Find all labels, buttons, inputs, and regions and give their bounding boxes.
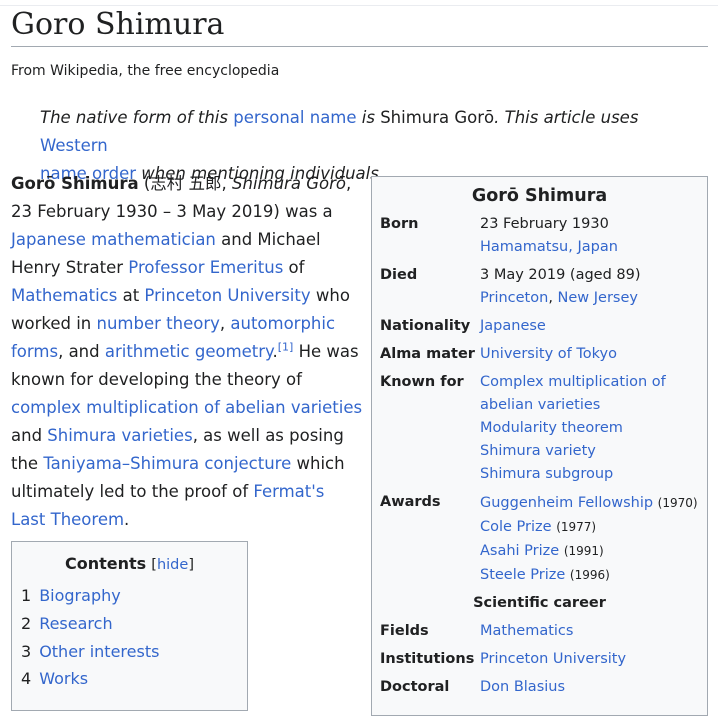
- toc-item-biography[interactable]: 1 Biography: [21, 584, 121, 608]
- taniyama-shimura-conjecture-link[interactable]: Taniyama–Shimura conjecture: [43, 454, 291, 473]
- toc-hide-toggle[interactable]: [hide]: [151, 557, 194, 573]
- professor-emeritus-link[interactable]: Professor Emeritus: [128, 258, 283, 277]
- shimura-varieties-link[interactable]: Shimura varieties: [47, 426, 192, 445]
- infobox: Gorō Shimura Born 23 February 1930 Hamam…: [371, 176, 708, 716]
- institutions-value: Princeton University: [480, 648, 705, 671]
- new-jersey-link[interactable]: New Jersey: [558, 290, 638, 306]
- award-link[interactable]: Guggenheim Fellowship: [480, 495, 653, 511]
- mathematics-field-link[interactable]: Mathematics: [480, 620, 705, 643]
- japanese-link[interactable]: Japanese: [480, 315, 705, 338]
- site-tagline: From Wikipedia, the free encyclopedia: [11, 63, 280, 79]
- lead-text: of: [283, 258, 305, 277]
- japanese-mathematician-link[interactable]: Japanese mathematician: [11, 230, 216, 249]
- lead-text: , and: [58, 342, 105, 361]
- toc-title: Contents [hide]: [12, 552, 247, 577]
- lead-text: at: [117, 286, 145, 305]
- award-year: (1977): [556, 520, 597, 534]
- award-year: (1991): [563, 544, 604, 558]
- native-name: Shimura Gorō: [380, 108, 495, 127]
- personal-name-link[interactable]: personal name: [233, 108, 356, 127]
- toc-heading: Contents: [65, 554, 147, 573]
- arithmetic-geometry-link[interactable]: arithmetic geometry: [105, 342, 273, 361]
- award-year: (1970): [657, 496, 698, 510]
- toc-number: 2: [21, 614, 32, 633]
- lead-text: and: [11, 426, 48, 445]
- number-theory-link[interactable]: number theory: [97, 314, 220, 333]
- lead-text: ,: [219, 314, 231, 333]
- hatnote-text: is: [356, 108, 381, 127]
- toc-item-research[interactable]: 2 Research: [21, 612, 113, 636]
- table-of-contents: Contents [hide] 1 Biography 2 Research 3 Ot…: [11, 541, 248, 711]
- fields-label: Fields: [380, 623, 429, 639]
- known-for-item[interactable]: Shimura subgroup: [480, 463, 705, 486]
- hatnote-text: The native form of this: [40, 108, 234, 127]
- award-link[interactable]: Asahi Prize: [480, 543, 559, 559]
- lead-paragraph: Gorō Shimura (志村 五郎, Shimura Gorō, 23 Fe…: [11, 170, 363, 534]
- subject-name: Gorō Shimura: [11, 174, 139, 193]
- toc-number: 4: [21, 669, 32, 688]
- scientific-career-header: Scientific career: [473, 595, 606, 611]
- born-label: Born: [380, 216, 419, 232]
- princeton-link[interactable]: Princeton: [480, 290, 548, 306]
- nationality-label: Nationality: [380, 318, 471, 334]
- toc-number: 3: [21, 642, 32, 661]
- hamamatsu-link[interactable]: Hamamatsu, Japan: [480, 236, 705, 259]
- toc-number: 1: [21, 586, 32, 605]
- known-for-item[interactable]: Complex multiplication of: [480, 371, 705, 394]
- known-for-item[interactable]: Shimura variety: [480, 440, 705, 463]
- alma-mater-value: University of Tokyo: [480, 343, 705, 366]
- known-for-label: Known for: [380, 374, 464, 390]
- institutions-label: Institutions: [380, 651, 475, 667]
- awards-label: Awards: [380, 494, 441, 510]
- died-label: Died: [380, 267, 418, 283]
- known-for-value: Complex multiplication of abelian variet…: [480, 371, 705, 486]
- complex-multiplication-link[interactable]: complex multiplication of abelian variet…: [11, 398, 362, 417]
- known-for-item[interactable]: abelian varieties: [480, 394, 705, 417]
- toc-link[interactable]: Research: [39, 614, 112, 633]
- died-value: 3 May 2019 (aged 89) Princeton, New Jers…: [480, 264, 705, 310]
- award-link[interactable]: Steele Prize: [480, 567, 565, 583]
- toc-item-works[interactable]: 4 Works: [21, 667, 88, 691]
- lead-text: .: [124, 510, 130, 529]
- university-of-tokyo-link[interactable]: University of Tokyo: [480, 343, 705, 366]
- alma-mater-label: Alma mater: [380, 346, 475, 362]
- romanized-name: Shimura Gorō: [232, 174, 346, 193]
- toc-link[interactable]: Works: [39, 669, 88, 688]
- award-year: (1996): [569, 568, 610, 582]
- toc-link[interactable]: Biography: [39, 586, 121, 605]
- toc-item-other-interests[interactable]: 3 Other interests: [21, 640, 159, 664]
- princeton-university-link[interactable]: Princeton University: [144, 286, 310, 305]
- known-for-item[interactable]: Modularity theorem: [480, 417, 705, 440]
- princeton-university-institution-link[interactable]: Princeton University: [480, 648, 705, 671]
- lead-text: (志村 五郎,: [138, 174, 233, 193]
- hatnote-text: . This article uses: [494, 108, 639, 127]
- died-date: 3 May 2019 (aged 89): [480, 267, 641, 283]
- fields-value: Mathematics: [480, 620, 705, 643]
- awards-value: Guggenheim Fellowship (1970) Cole Prize …: [480, 491, 705, 587]
- separator: ,: [548, 290, 558, 306]
- award-link[interactable]: Cole Prize: [480, 519, 552, 535]
- nationality-value: Japanese: [480, 315, 705, 338]
- born-date: 23 February 1930: [480, 216, 609, 232]
- mathematics-link[interactable]: Mathematics: [11, 286, 117, 305]
- reference-1-link[interactable]: [1]: [278, 341, 294, 354]
- toc-link[interactable]: Other interests: [39, 642, 159, 661]
- page-title: Goro Shimura: [11, 6, 708, 47]
- born-value: 23 February 1930 Hamamatsu, Japan: [480, 213, 705, 259]
- infobox-title: Gorō Shimura: [471, 186, 608, 206]
